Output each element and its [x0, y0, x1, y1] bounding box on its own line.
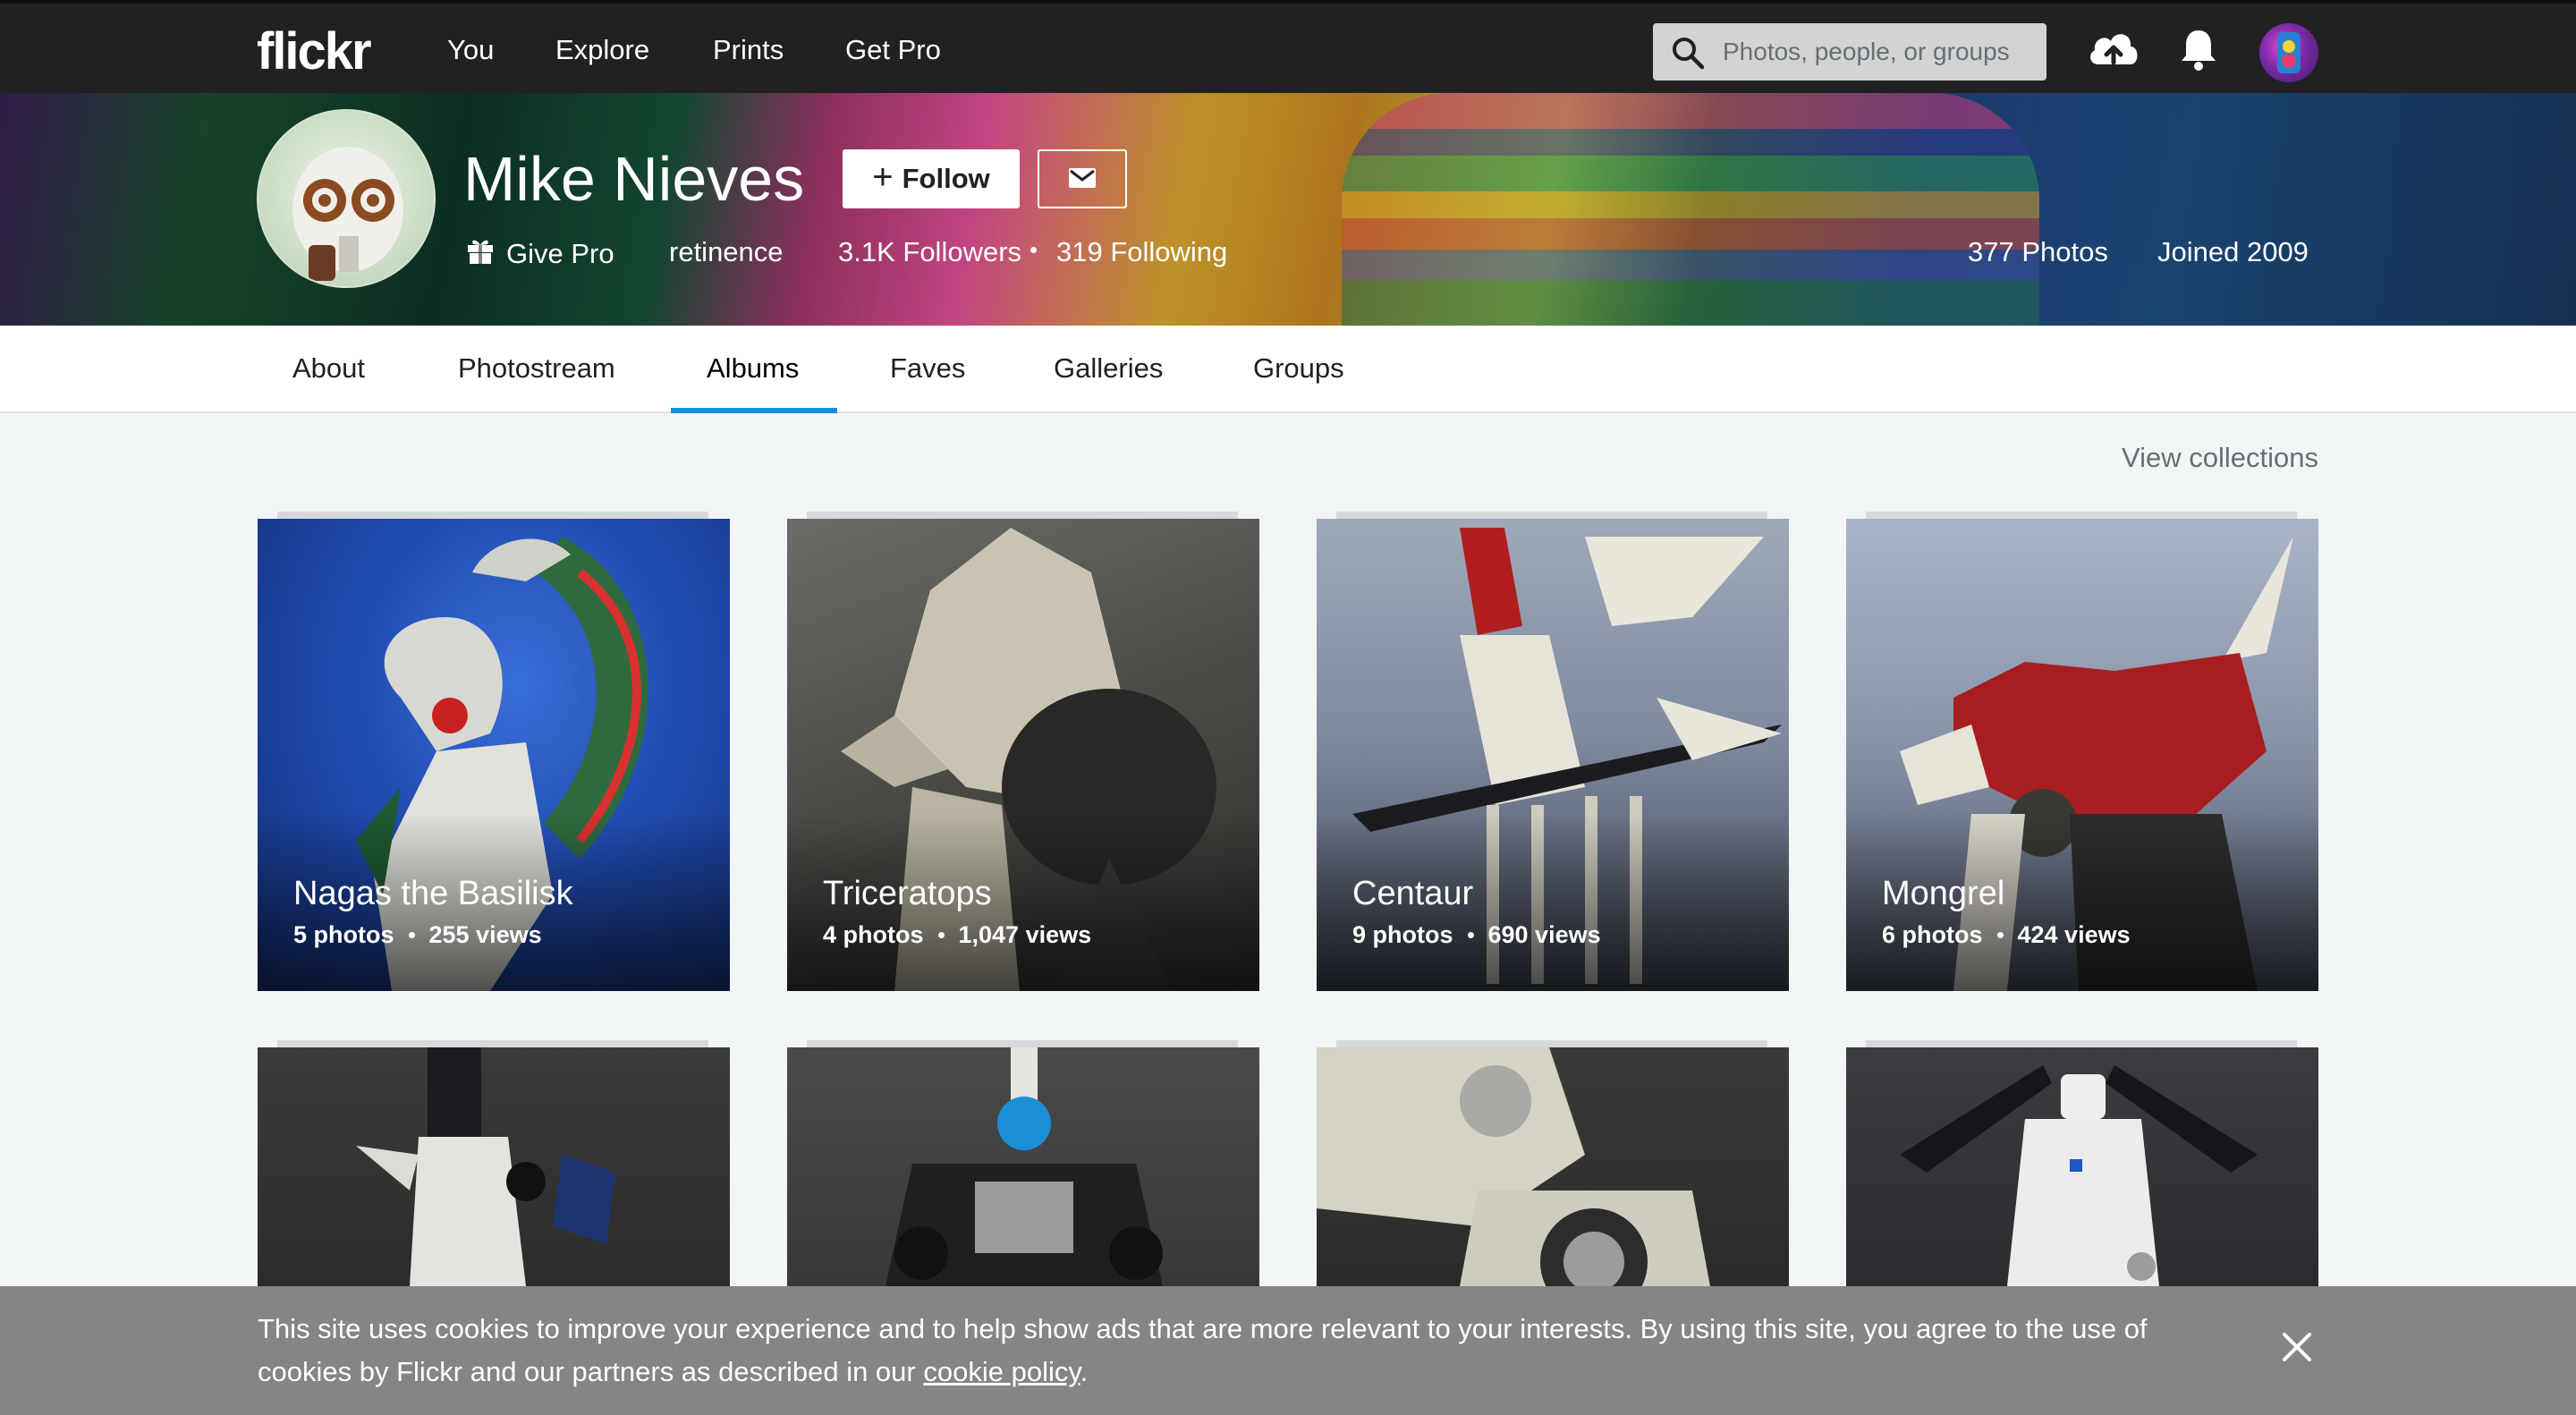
cookie-notice-text: This site uses cookies to improve your e…	[258, 1308, 2243, 1394]
separator-dot	[1467, 932, 1474, 938]
profile-subnav: About Photostream Albums Faves Galleries…	[0, 326, 2576, 413]
album-photo-count: 4 photos	[823, 921, 924, 948]
album-card[interactable]	[258, 1047, 730, 1286]
album-cover-image	[356, 1047, 615, 1286]
follow-button[interactable]: + Follow	[843, 149, 1020, 208]
tab-galleries[interactable]: Galleries	[1054, 352, 1163, 385]
give-pro-link[interactable]: Give Pro	[467, 236, 614, 272]
give-pro-label: Give Pro	[506, 238, 614, 269]
album-cover-image	[1900, 1065, 2258, 1286]
album-stack-edge	[807, 512, 1238, 519]
separator-dot	[408, 932, 415, 938]
album-stack-edge	[277, 512, 708, 519]
album-stack-edge	[277, 1040, 708, 1047]
top-navigation: flickr You Explore Prints Get Pro	[0, 0, 2576, 93]
album-stack-edge	[1336, 1040, 1767, 1047]
album-view-count: 1,047 views	[958, 921, 1092, 948]
album-photo-count: 5 photos	[293, 921, 394, 948]
cookie-banner: This site uses cookies to improve your e…	[0, 1286, 2576, 1415]
album-stack-edge	[1866, 1040, 2297, 1047]
nav-link-prints[interactable]: Prints	[713, 34, 784, 66]
album-photo-count: 9 photos	[1352, 921, 1453, 948]
album-stats: 5 photos 255 views	[293, 921, 542, 949]
album-cover-image	[1317, 1047, 1710, 1286]
tab-photostream[interactable]: Photostream	[458, 352, 615, 385]
search-input[interactable]	[1723, 23, 2036, 80]
album-title: Triceratops	[823, 875, 992, 912]
cookie-policy-link[interactable]: cookie policy	[923, 1356, 1080, 1387]
album-card[interactable]: Mongrel 6 photos 424 views	[1846, 519, 2318, 991]
username: retinence	[669, 236, 784, 267]
album-view-count: 255 views	[428, 921, 542, 948]
separator-dot	[1030, 247, 1037, 253]
profile-name: Mike Nieves	[463, 144, 805, 214]
cover-photo	[1342, 93, 2039, 326]
album-stack-edge	[807, 1040, 1238, 1047]
album-view-count: 690 views	[1487, 921, 1601, 948]
follow-label: Follow	[902, 163, 990, 194]
album-photo-count: 6 photos	[1882, 921, 1983, 948]
album-cover-image	[886, 1047, 1163, 1286]
album-stats: 4 photos 1,047 views	[823, 921, 1091, 949]
separator-dot	[1996, 932, 2004, 938]
album-card[interactable]	[787, 1047, 1259, 1286]
album-card[interactable]	[1846, 1047, 2318, 1286]
close-icon[interactable]	[2279, 1329, 2315, 1365]
separator-dot	[937, 932, 945, 938]
nav-link-you[interactable]: You	[447, 34, 494, 66]
active-tab-indicator	[671, 408, 837, 413]
followers-link[interactable]: 3.1K Followers	[838, 236, 1021, 268]
album-stats: 6 photos 424 views	[1882, 921, 2131, 949]
album-title: Centaur	[1352, 875, 1474, 912]
cookie-message: This site uses cookies to improve your e…	[258, 1313, 2148, 1387]
following-link[interactable]: 319 Following	[1056, 236, 1227, 268]
album-card[interactable]	[1317, 1047, 1789, 1286]
tab-groups[interactable]: Groups	[1253, 352, 1344, 385]
album-card[interactable]: Triceratops 4 photos 1,047 views	[787, 519, 1259, 991]
notifications-bell-icon[interactable]	[2179, 27, 2218, 76]
gift-icon	[467, 236, 494, 272]
upload-icon[interactable]	[2086, 27, 2141, 76]
send-message-button[interactable]	[1038, 149, 1127, 208]
nav-link-explore[interactable]: Explore	[555, 34, 649, 66]
album-title: Mongrel	[1882, 875, 2005, 912]
tab-faves[interactable]: Faves	[890, 352, 965, 385]
tab-about[interactable]: About	[292, 352, 365, 385]
profile-avatar[interactable]	[257, 109, 436, 288]
album-stack-edge	[1866, 512, 2297, 519]
plus-icon: +	[872, 157, 894, 197]
cookie-message-end: .	[1080, 1356, 1089, 1387]
photo-count: 377 Photos	[1968, 236, 2108, 267]
user-avatar[interactable]	[2259, 23, 2318, 82]
joined-date: Joined 2009	[2157, 236, 2309, 267]
album-card[interactable]: Centaur 9 photos 690 views	[1317, 519, 1789, 991]
search-icon	[1671, 36, 1705, 74]
album-stack-edge	[1336, 512, 1767, 519]
album-stats: 9 photos 690 views	[1352, 921, 1601, 949]
nav-link-get-pro[interactable]: Get Pro	[845, 34, 941, 66]
tab-albums[interactable]: Albums	[707, 352, 799, 385]
album-card[interactable]: Nagas the Basilisk 5 photos 255 views	[258, 519, 730, 991]
view-collections-link[interactable]: View collections	[2122, 442, 2318, 474]
album-title: Nagas the Basilisk	[293, 875, 573, 912]
album-view-count: 424 views	[2017, 921, 2131, 948]
search-box[interactable]	[1653, 23, 2046, 80]
mail-icon	[1069, 167, 1096, 191]
flickr-logo[interactable]: flickr	[257, 21, 372, 81]
